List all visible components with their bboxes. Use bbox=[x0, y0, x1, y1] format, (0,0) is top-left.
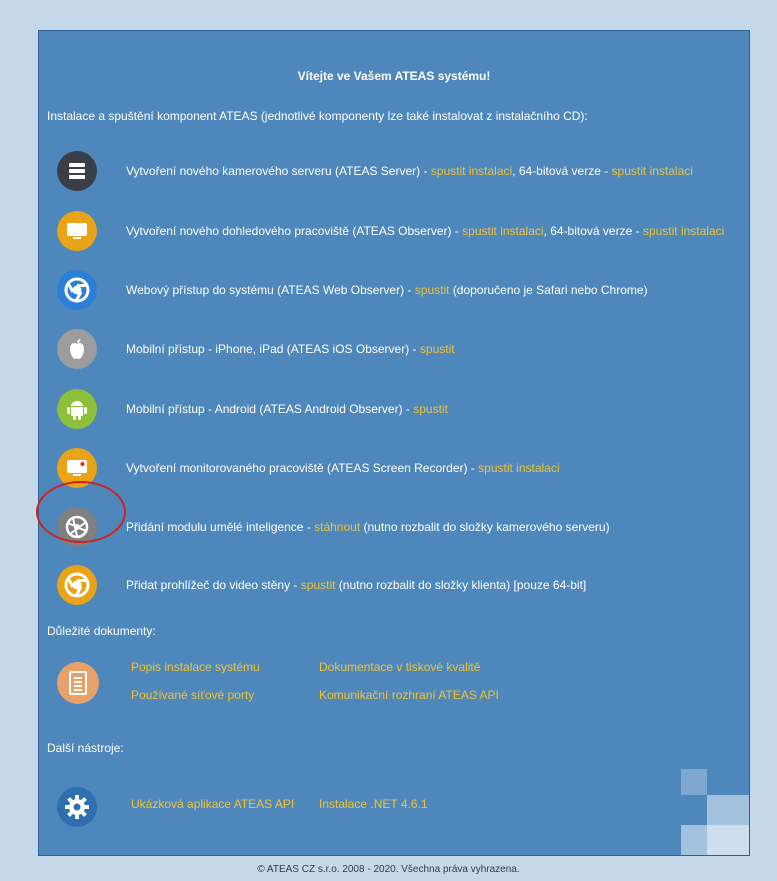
component-row: Přidat prohlížeč do video stěny - spusti… bbox=[57, 564, 586, 606]
apple-icon bbox=[57, 329, 97, 369]
document-icon bbox=[57, 662, 99, 704]
component-description: Vytvoření monitorovaného pracoviště (ATE… bbox=[126, 461, 560, 475]
component-action-link[interactable]: stáhnout bbox=[314, 520, 360, 534]
decor-square bbox=[707, 795, 749, 825]
component-text: Webový přístup do systému (ATEAS Web Obs… bbox=[126, 283, 415, 297]
footer-copyright: © ATEAS CZ s.r.o. 2008 - 2020. Všechna p… bbox=[257, 864, 520, 875]
component-description: Přidání modulu umělé inteligence - stáhn… bbox=[126, 520, 610, 534]
chrome-icon bbox=[57, 270, 97, 310]
component-description: Vytvoření nového kamerového serveru (ATE… bbox=[126, 164, 693, 178]
docs-heading: Důležité dokumenty: bbox=[47, 624, 156, 638]
component-row: Vytvoření monitorovaného pracoviště (ATE… bbox=[57, 447, 560, 489]
decor-square bbox=[681, 769, 707, 795]
component-row: Webový přístup do systému (ATEAS Web Obs… bbox=[57, 269, 648, 311]
component-text: Vytvoření nového dohledového pracoviště … bbox=[126, 224, 463, 238]
gear-icon bbox=[57, 787, 97, 827]
component-action-link[interactable]: spustit bbox=[413, 402, 448, 416]
component-text: Vytvoření nového kamerového serveru (ATE… bbox=[126, 164, 431, 178]
component-description: Webový přístup do systému (ATEAS Web Obs… bbox=[126, 283, 648, 297]
component-text: Mobilní přístup - iPhone, iPad (ATEAS iO… bbox=[126, 342, 420, 356]
doc-link-install-description[interactable]: Popis instalace systému bbox=[131, 660, 260, 674]
page-title: Vítejte ve Vašem ATEAS systému! bbox=[297, 69, 491, 83]
highlight-circle bbox=[36, 481, 126, 543]
doc-link-print-documentation[interactable]: Dokumentace v tiskové kvalitě bbox=[319, 660, 480, 674]
component-row: Přidání modulu umělé inteligence - stáhn… bbox=[57, 506, 610, 548]
component-text: (nutno rozbalit do složky klienta) [pouz… bbox=[335, 578, 587, 592]
intro-text: Instalace a spuštění komponent ATEAS (je… bbox=[47, 109, 588, 123]
component-row: Vytvoření nového kamerového serveru (ATE… bbox=[57, 150, 693, 192]
component-action-link[interactable]: spustit instalaci bbox=[462, 224, 543, 238]
component-text: Přidat prohlížeč do video stěny - bbox=[126, 578, 301, 592]
tools-heading: Další nástroje: bbox=[47, 741, 124, 755]
component-description: Mobilní přístup - iPhone, iPad (ATEAS iO… bbox=[126, 342, 455, 356]
component-action-link[interactable]: spustit bbox=[301, 578, 336, 592]
tool-link-dotnet-install[interactable]: Instalace .NET 4.6.1 bbox=[319, 797, 428, 811]
component-description: Mobilní přístup - Android (ATEAS Android… bbox=[126, 402, 448, 416]
android-icon bbox=[57, 389, 97, 429]
chrome-icon bbox=[57, 565, 97, 605]
main-panel: Vítejte ve Vašem ATEAS systému! Instalac… bbox=[36, 30, 750, 856]
component-row: Vytvoření nového dohledového pracoviště … bbox=[57, 210, 724, 252]
component-action-link[interactable]: spustit instalaci bbox=[478, 461, 559, 475]
doc-link-api[interactable]: Komunikační rozhraní ATEAS API bbox=[319, 688, 499, 702]
component-description: Vytvoření nového dohledového pracoviště … bbox=[126, 224, 724, 238]
decor-square bbox=[681, 825, 707, 855]
component-text: (doporučeno je Safari nebo Chrome) bbox=[449, 283, 648, 297]
component-row: Mobilní přístup - Android (ATEAS Android… bbox=[57, 388, 448, 430]
component-text: Mobilní přístup - Android (ATEAS Android… bbox=[126, 402, 414, 416]
decor-square bbox=[707, 825, 749, 855]
component-text: , 64-bitová verze - bbox=[543, 224, 643, 238]
component-text: (nutno rozbalit do složky kamerového ser… bbox=[360, 520, 610, 534]
component-action-link[interactable]: spustit bbox=[420, 342, 455, 356]
tool-link-api-sample[interactable]: Ukázková aplikace ATEAS API bbox=[131, 797, 294, 811]
component-action-link[interactable]: spustit instalaci bbox=[612, 164, 693, 178]
server-icon bbox=[57, 151, 97, 191]
component-description: Přidat prohlížeč do video stěny - spusti… bbox=[126, 578, 586, 592]
component-action-link[interactable]: spustit instalaci bbox=[431, 164, 512, 178]
component-text: , 64-bitová verze - bbox=[512, 164, 612, 178]
component-text: Přidání modulu umělé inteligence - bbox=[126, 520, 315, 534]
monitor-icon bbox=[57, 211, 97, 251]
doc-link-network-ports[interactable]: Používané síťové porty bbox=[131, 688, 254, 702]
component-text: Vytvoření monitorovaného pracoviště (ATE… bbox=[126, 461, 479, 475]
component-row: Mobilní přístup - iPhone, iPad (ATEAS iO… bbox=[57, 328, 455, 370]
component-action-link[interactable]: spustit instalaci bbox=[643, 224, 724, 238]
component-action-link[interactable]: spustit bbox=[415, 283, 450, 297]
